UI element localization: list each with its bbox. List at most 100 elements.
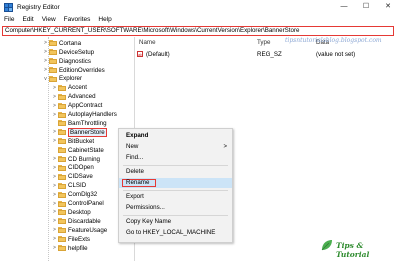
menu-item-delete[interactable]: Delete (119, 167, 232, 177)
tree-node[interactable]: > CIDSave (51, 173, 93, 182)
chevron-right-icon[interactable]: > (51, 192, 58, 198)
menu-item-new[interactable]: New > (119, 142, 232, 152)
menu-separator (123, 165, 228, 166)
folder-icon (58, 245, 66, 252)
tree-node-label: BannerStore (68, 127, 107, 137)
tree-node[interactable]: > ControlPanel (51, 199, 104, 208)
value-type: REG_SZ (257, 51, 282, 58)
tree-node[interactable]: BamThrottling (51, 119, 107, 128)
chevron-right-icon[interactable]: > (51, 174, 58, 180)
menu-edit[interactable]: Edit (18, 16, 37, 23)
chevron-right-icon[interactable]: > (51, 236, 58, 242)
tree-node[interactable]: > BannerStore (51, 127, 107, 137)
menu-item-rename[interactable]: Rename (119, 178, 232, 188)
tree-node[interactable]: > FileExts (51, 235, 90, 244)
maximize-button[interactable]: ☐ (355, 0, 377, 14)
chevron-right-icon[interactable]: > (51, 94, 58, 100)
chevron-right-icon[interactable]: > (51, 245, 58, 251)
folder-icon (58, 147, 66, 154)
menu-separator (123, 215, 228, 216)
window-title: Registry Editor (17, 3, 60, 11)
chevron-right-icon[interactable]: > (51, 85, 58, 91)
menu-item-export[interactable]: Export (119, 192, 232, 202)
menu-item-copy-key-name[interactable]: Copy Key Name (119, 217, 232, 227)
tree-node-label: CLSID (68, 182, 87, 190)
tree-node-label: FeatureUsage (68, 226, 108, 234)
leaf-logo-icon (321, 240, 332, 251)
chevron-right-icon[interactable]: > (51, 103, 58, 109)
tree-node[interactable]: > Accent (51, 84, 87, 93)
chevron-right-icon[interactable]: > (42, 67, 49, 73)
chevron-right-icon[interactable]: > (51, 165, 58, 171)
menu-file[interactable]: File (0, 16, 18, 23)
menu-bar: File Edit View Favorites Help (0, 14, 399, 25)
tree-node-label: Diagnostics (59, 57, 91, 65)
chevron-right-icon[interactable]: > (51, 156, 58, 162)
column-header-name[interactable]: Name (139, 39, 156, 46)
tree-node[interactable]: > EditionOverrides (42, 66, 105, 75)
tree-node[interactable]: > CLSID (51, 181, 86, 190)
tree-node-label: BitBucket (68, 137, 95, 145)
address-bar[interactable]: Computer\HKEY_CURRENT_USER\SOFTWARE\Micr… (2, 26, 394, 36)
tree-node-label: CD Burning (68, 155, 100, 163)
menu-item-permissions[interactable]: Permissions... (119, 203, 232, 213)
tree-node[interactable]: v Explorer (42, 75, 82, 84)
folder-icon (58, 227, 66, 234)
menu-help[interactable]: Help (94, 16, 115, 23)
tree-node[interactable]: > FeatureUsage (51, 226, 107, 235)
tree-node[interactable]: CabinetState (51, 146, 104, 155)
registry-tree[interactable]: > Cortana > DeviceSetup > Diagnostics > Edition… (0, 37, 135, 261)
tree-node[interactable]: > ComDlg32 (51, 190, 97, 199)
value-data: (value not set) (316, 51, 356, 58)
tree-node[interactable]: > DeviceSetup (42, 48, 94, 57)
value-row[interactable]: ab (Default) REG_SZ (value not set) (135, 50, 399, 59)
chevron-right-icon[interactable]: > (51, 138, 58, 144)
tree-node-label: CIDSave (68, 173, 93, 181)
chevron-down-icon[interactable]: v (42, 76, 49, 82)
menu-item-find[interactable]: Find... (119, 153, 232, 163)
tree-node[interactable]: > AutoplayHandlers (51, 110, 117, 119)
tree-node-label: ControlPanel (68, 200, 104, 208)
menu-item-expand[interactable]: Expand (119, 131, 232, 141)
tree-node[interactable]: > Discardable (51, 217, 101, 226)
chevron-right-icon[interactable]: > (51, 227, 58, 233)
tree-node[interactable]: > CIDOpen (51, 164, 94, 173)
chevron-right-icon[interactable]: > (51, 112, 58, 118)
chevron-right-icon[interactable]: > (51, 201, 58, 207)
tree-node-label: ComDlg32 (68, 191, 98, 199)
chevron-right-icon[interactable]: > (51, 129, 58, 135)
chevron-right-icon[interactable]: > (42, 40, 49, 46)
close-button[interactable]: ✕ (377, 0, 399, 14)
folder-icon (58, 191, 66, 198)
tree-node[interactable]: > BitBucket (51, 137, 94, 146)
chevron-right-icon[interactable]: > (42, 58, 49, 64)
folder-icon (58, 209, 66, 216)
folder-icon (58, 120, 66, 127)
tree-node-label: AutoplayHandlers (68, 111, 117, 119)
chevron-right-icon[interactable]: > (51, 183, 58, 189)
chevron-right-icon[interactable]: > (51, 209, 58, 215)
menu-item-goto-hklm[interactable]: Go to HKEY_LOCAL_MACHINE (119, 228, 232, 238)
minimize-button[interactable]: — (333, 0, 355, 14)
tree-node[interactable]: > AppContract (51, 101, 102, 110)
chevron-right-icon[interactable]: > (51, 218, 58, 224)
tree-node[interactable]: > CD Burning (51, 155, 100, 164)
tree-node[interactable]: > Cortana (42, 39, 81, 48)
tree-node[interactable]: > helpfile (51, 244, 88, 253)
tree-node-label: Desktop (68, 208, 91, 216)
column-header-type[interactable]: Type (257, 39, 270, 46)
tree-node[interactable]: > Desktop (51, 208, 91, 217)
menu-favorites[interactable]: Favorites (60, 16, 95, 23)
folder-icon (58, 156, 66, 163)
chevron-right-icon[interactable]: > (42, 49, 49, 55)
tree-node-label: helpfile (68, 244, 88, 252)
folder-icon (58, 111, 66, 118)
tree-node[interactable]: > Advanced (51, 92, 96, 101)
tree-node[interactable]: > Diagnostics (42, 57, 91, 66)
folder-icon (58, 218, 66, 225)
context-menu: Expand New > Find... Delete Rename Export… (118, 128, 233, 243)
title-bar: Registry Editor — ☐ ✕ (0, 0, 399, 14)
watermark-brand: Tips & Tutorial (336, 241, 370, 259)
folder-icon (58, 173, 66, 180)
menu-view[interactable]: View (38, 16, 60, 23)
